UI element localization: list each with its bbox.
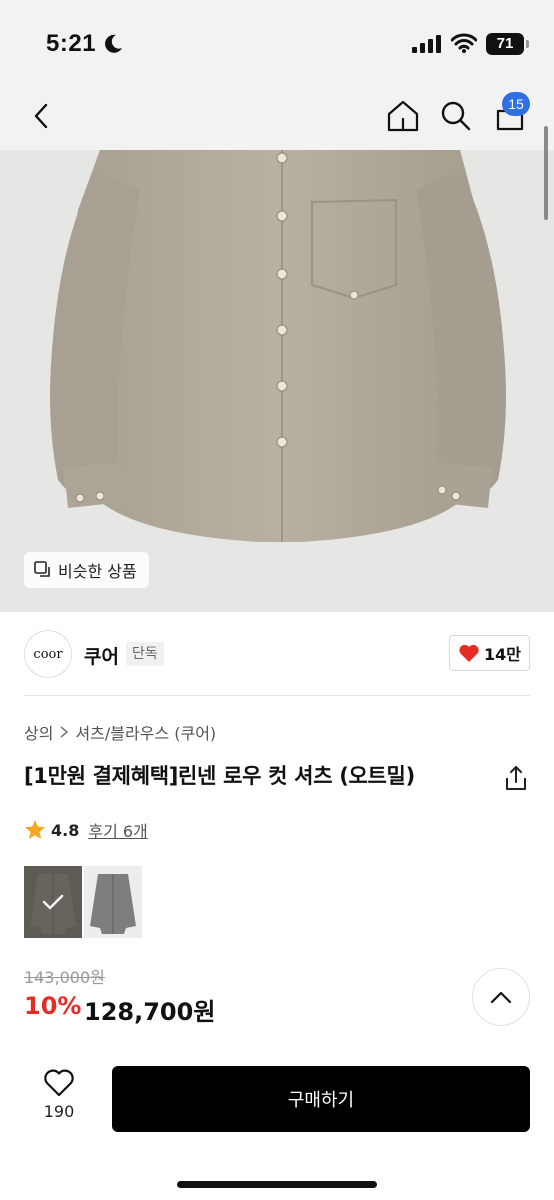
chevron-left-icon bbox=[34, 103, 48, 129]
battery-level: 71 bbox=[486, 33, 524, 55]
search-button[interactable] bbox=[434, 94, 478, 138]
brand-like-button[interactable]: 14만 bbox=[449, 635, 530, 671]
checkmark-icon bbox=[42, 894, 64, 910]
brand-name[interactable]: 쿠어 bbox=[84, 642, 119, 669]
wishlist-button[interactable]: 190 bbox=[24, 1068, 94, 1130]
discount-rate: 10% bbox=[24, 992, 82, 1020]
sale-price: 128,700원 bbox=[84, 998, 216, 1026]
product-image[interactable] bbox=[0, 150, 554, 612]
status-time: 5:21 bbox=[46, 30, 97, 57]
search-icon bbox=[441, 101, 471, 131]
wifi-icon bbox=[451, 33, 477, 53]
scroll-to-top-button[interactable] bbox=[472, 968, 530, 1026]
nav-bar bbox=[0, 88, 554, 150]
cart-count-badge: 15 bbox=[502, 92, 530, 116]
battery-cap bbox=[526, 40, 529, 48]
color-swatch-oatmeal[interactable] bbox=[24, 866, 82, 938]
share-icon[interactable] bbox=[502, 764, 530, 792]
chevron-right-icon bbox=[60, 726, 69, 738]
chevron-up-icon bbox=[490, 991, 512, 1004]
breadcrumb-category[interactable]: 상의 bbox=[24, 720, 53, 744]
product-title: [1만원 결제혜택]린넨 로우 컷 셔츠 (오트밀) bbox=[24, 764, 415, 788]
copy-icon bbox=[34, 561, 50, 577]
brand-like-count: 14만 bbox=[484, 645, 521, 664]
exclusive-badge: 단독 bbox=[126, 642, 164, 666]
similar-products-label: 비슷한 상품 bbox=[58, 562, 137, 581]
heart-outline-icon bbox=[44, 1069, 74, 1097]
moon-icon bbox=[105, 34, 122, 53]
buy-button[interactable]: 구매하기 bbox=[112, 1066, 530, 1132]
star-icon bbox=[25, 820, 45, 839]
original-price: 143,000원 bbox=[24, 968, 105, 987]
review-count-link[interactable]: 후기 6개 bbox=[88, 818, 147, 842]
brand-logo-text: coor bbox=[33, 646, 63, 662]
swatch-shirt-image bbox=[90, 874, 136, 934]
shirt-image bbox=[50, 150, 506, 542]
similar-products-button[interactable]: 비슷한 상품 bbox=[24, 552, 149, 588]
breadcrumb: 상의 셔츠/블라우스 (쿠어) bbox=[24, 720, 216, 744]
wishlist-count: 190 bbox=[43, 1102, 75, 1121]
rating-value: 4.8 bbox=[51, 820, 80, 840]
cellular-signal-icon bbox=[412, 35, 441, 53]
divider bbox=[24, 695, 530, 696]
color-swatch-gray[interactable] bbox=[84, 866, 142, 938]
back-button[interactable] bbox=[20, 94, 64, 138]
scrollbar-thumb[interactable] bbox=[544, 126, 548, 220]
breadcrumb-subcategory[interactable]: 셔츠/블라우스 (쿠어) bbox=[75, 720, 216, 744]
home-button[interactable] bbox=[381, 94, 425, 138]
home-indicator bbox=[177, 1181, 377, 1188]
heart-filled-icon bbox=[459, 644, 479, 662]
home-icon bbox=[387, 100, 419, 132]
selected-overlay bbox=[24, 866, 82, 938]
battery-indicator: 71 bbox=[486, 33, 530, 55]
rating: 4.8 후기 6개 bbox=[24, 818, 148, 842]
buy-button-label: 구매하기 bbox=[287, 1090, 355, 1111]
brand-logo[interactable]: coor bbox=[24, 630, 72, 678]
status-bar: 5:21 71 bbox=[0, 0, 554, 88]
